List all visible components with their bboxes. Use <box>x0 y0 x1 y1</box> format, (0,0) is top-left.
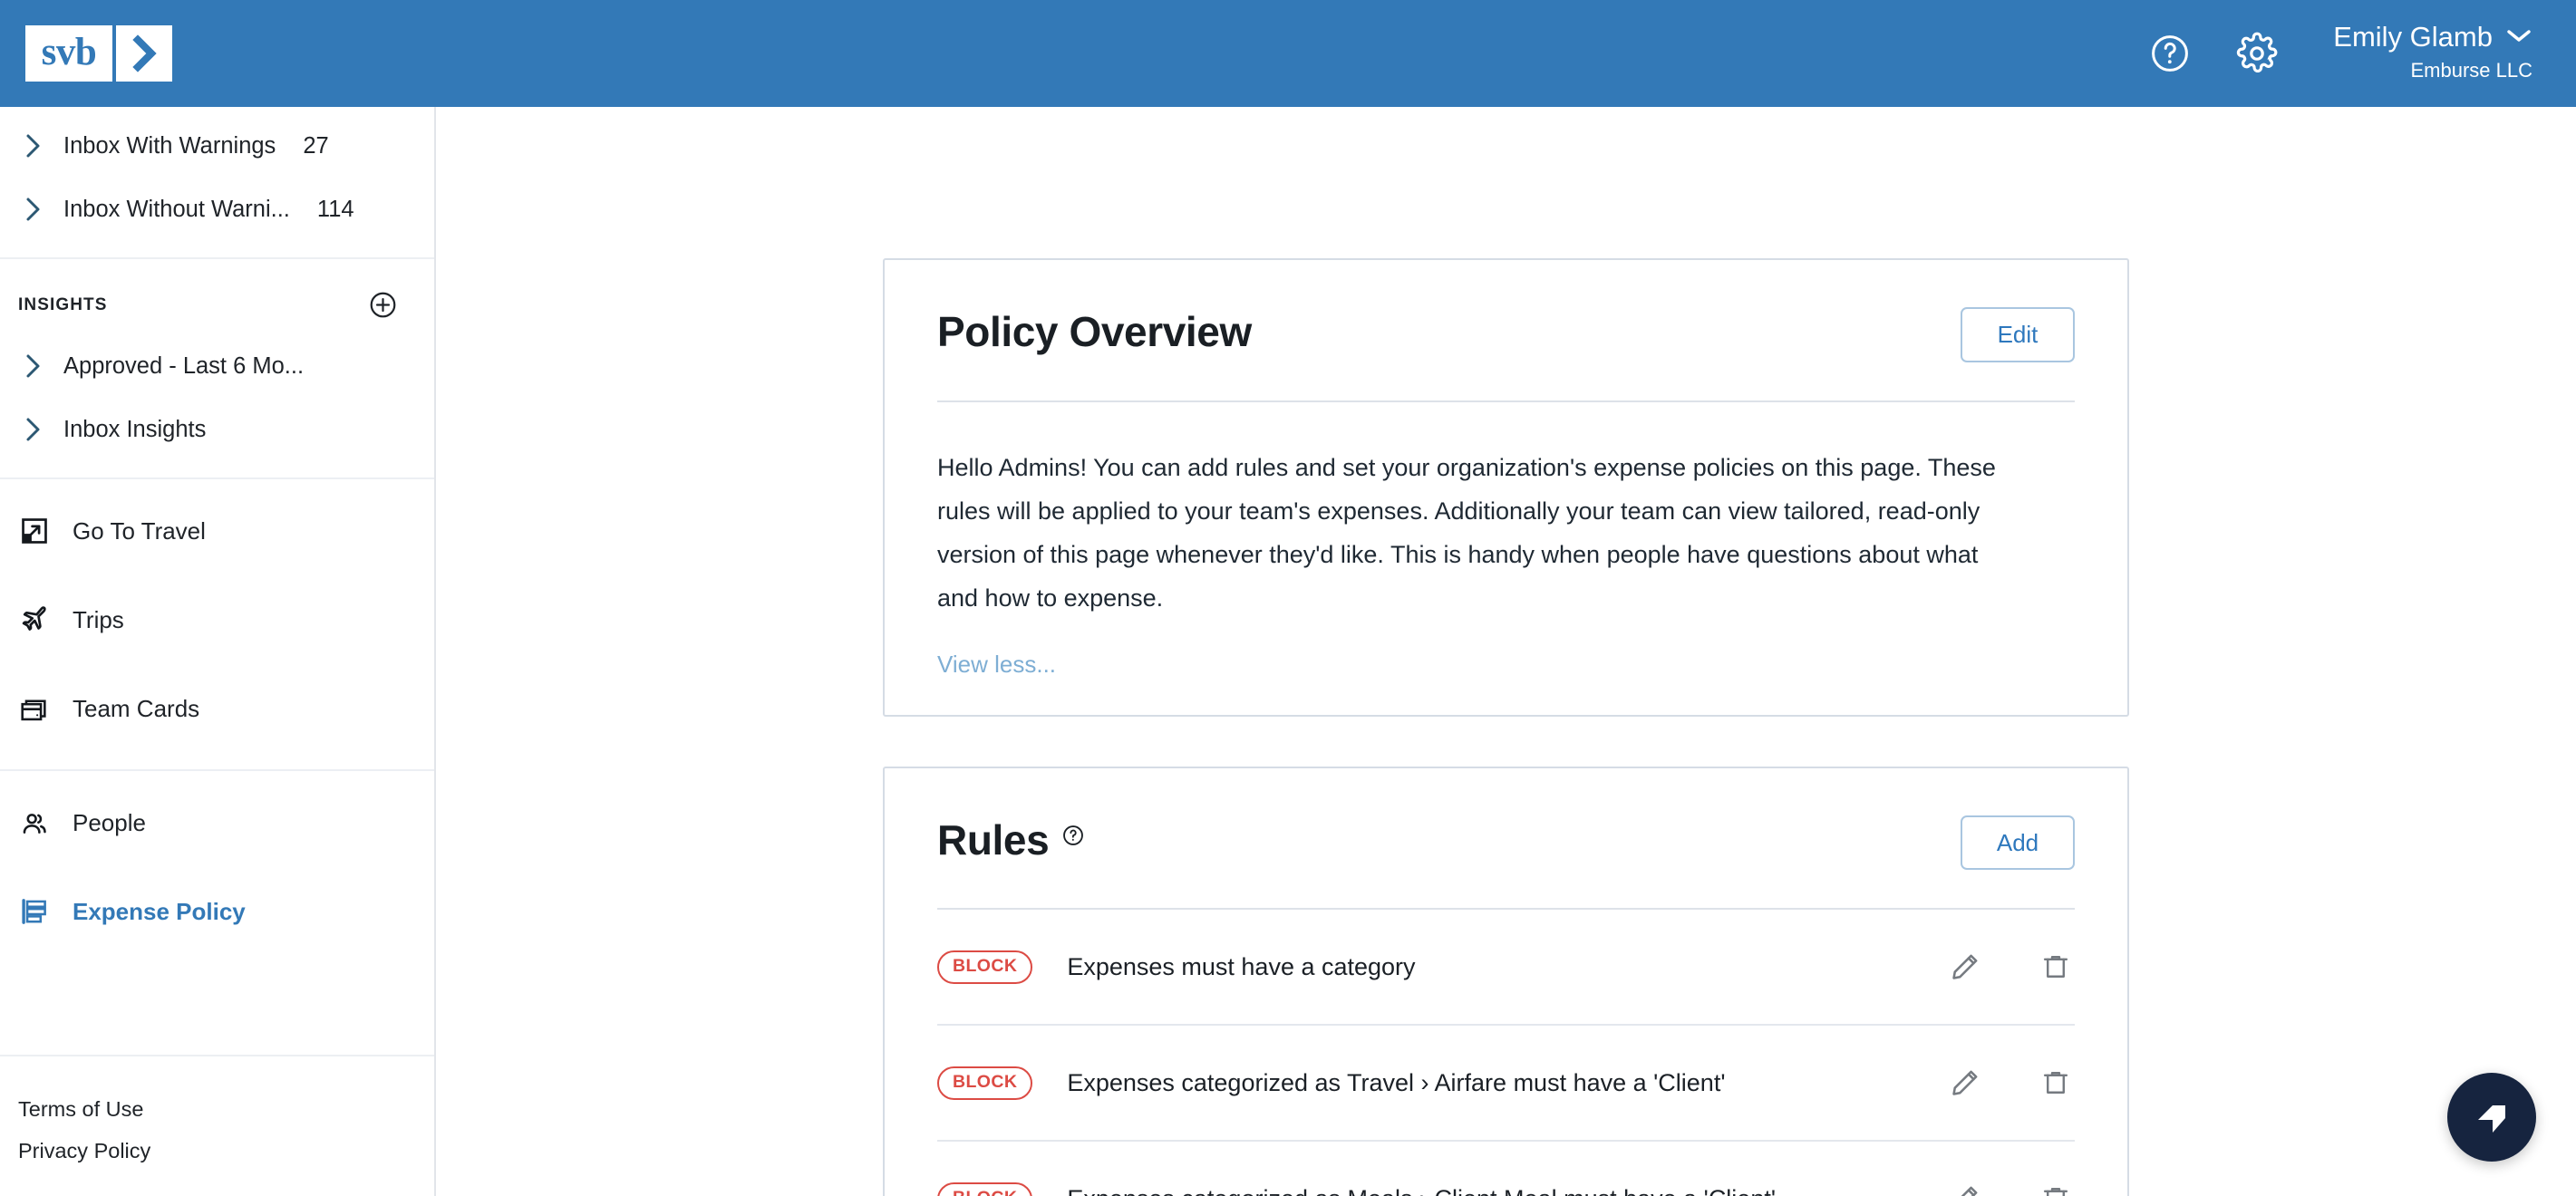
policy-overview-card: Policy Overview Edit Hello Admins! You c… <box>883 258 2129 717</box>
policy-overview-body: Hello Admins! You can add rules and set … <box>885 402 2127 715</box>
user-org: Emburse LLC <box>2410 55 2532 85</box>
content-column: Policy Overview Edit Hello Admins! You c… <box>883 107 2129 1196</box>
trash-icon[interactable] <box>2037 1180 2075 1196</box>
table-row[interactable]: BLOCK Expenses categorized as Meals › Cl… <box>937 1142 2075 1196</box>
rule-text: Expenses categorized as Meals › Client M… <box>1067 1185 1919 1196</box>
rule-text: Expenses must have a category <box>1067 953 1919 981</box>
page-title: Policy Overview <box>937 307 1252 356</box>
status-badge: BLOCK <box>937 1066 1032 1100</box>
rules-card: Rules Add <box>883 767 2129 1196</box>
sidebar-item-people[interactable]: People <box>0 778 434 867</box>
sidebar-item-trips[interactable]: Trips <box>0 575 434 664</box>
sidebar-item-label: Trips <box>73 606 124 634</box>
people-icon <box>16 807 53 838</box>
sidebar-item-count: 114 <box>317 197 354 223</box>
insights-section-header: INSIGHTS <box>0 266 434 334</box>
sidebar-item-approved-last-6-months[interactable]: Approved - Last 6 Mo... <box>0 334 434 398</box>
rules-title: Rules <box>937 815 1049 864</box>
main-content: Policy Overview Edit Hello Admins! You c… <box>436 107 2576 1196</box>
table-row[interactable]: BLOCK Expenses must have a category <box>937 910 2075 1026</box>
gear-icon[interactable] <box>2232 28 2282 79</box>
sidebar-item-label: Inbox With Warnings <box>63 133 276 159</box>
view-less-link[interactable]: View less... <box>937 651 1056 679</box>
rule-actions <box>1946 948 2075 986</box>
sidebar-footer: Terms of Use Privacy Policy <box>0 1055 434 1196</box>
sidebar-item-inbox-with-warnings[interactable]: Inbox With Warnings 27 <box>0 114 434 178</box>
sidebar-item-label: Team Cards <box>73 695 199 723</box>
add-rule-button[interactable]: Add <box>1961 815 2075 871</box>
chevron-down-icon <box>2505 27 2532 49</box>
top-header: svb <box>0 0 2576 107</box>
policy-overview-text: Hello Admins! You can add rules and set … <box>937 446 2007 620</box>
insights-section-title: INSIGHTS <box>18 295 108 315</box>
svb-logo[interactable]: svb <box>25 25 172 82</box>
chevron-right-icon <box>116 25 172 82</box>
status-badge: BLOCK <box>937 950 1032 984</box>
rule-actions <box>1946 1180 2075 1196</box>
external-link-icon <box>16 516 53 546</box>
sidebar-item-label: People <box>73 809 146 837</box>
policy-list-icon <box>16 896 53 927</box>
chat-send-icon[interactable] <box>2447 1073 2536 1162</box>
edit-button[interactable]: Edit <box>1961 307 2075 362</box>
body-row: Inbox With Warnings 27 Inbox Without War… <box>0 107 2576 1196</box>
user-name: Emily Glamb <box>2333 22 2493 53</box>
sidebar-inbox-group: Inbox With Warnings 27 Inbox Without War… <box>0 107 434 259</box>
chevron-right-icon <box>18 196 49 223</box>
sidebar-item-label: Inbox Without Warni... <box>63 197 290 223</box>
trash-icon[interactable] <box>2037 1064 2075 1102</box>
trash-icon[interactable] <box>2037 948 2075 986</box>
plus-circle-icon[interactable] <box>368 290 398 320</box>
help-circle-icon[interactable] <box>2145 28 2195 79</box>
header-actions: Emily Glamb Emburse LLC <box>2145 22 2532 84</box>
privacy-policy-link[interactable]: Privacy Policy <box>18 1131 434 1172</box>
sidebar-item-label: Go To Travel <box>73 517 206 545</box>
sidebar-item-inbox-without-warnings[interactable]: Inbox Without Warni... 114 <box>0 178 434 241</box>
cards-icon <box>16 693 53 724</box>
status-badge: BLOCK <box>937 1182 1032 1196</box>
table-row[interactable]: BLOCK Expenses categorized as Travel › A… <box>937 1026 2075 1142</box>
airplane-icon <box>16 604 53 635</box>
pencil-icon[interactable] <box>1946 1064 1984 1102</box>
sidebar-item-inbox-insights[interactable]: Inbox Insights <box>0 398 434 461</box>
rule-actions <box>1946 1064 2075 1102</box>
sidebar-item-count: 27 <box>303 133 328 159</box>
sidebar-item-label: Inbox Insights <box>63 417 206 443</box>
sidebar-item-team-cards[interactable]: Team Cards <box>0 664 434 753</box>
rules-list: BLOCK Expenses must have a category <box>885 910 2127 1196</box>
sidebar-item-expense-policy[interactable]: Expense Policy <box>0 867 434 956</box>
sidebar: Inbox With Warnings 27 Inbox Without War… <box>0 107 436 1196</box>
rules-header: Rules Add <box>885 768 2127 871</box>
rule-text: Expenses categorized as Travel › Airfare… <box>1067 1069 1919 1097</box>
sidebar-insights-group: INSIGHTS Approved - Last 6 Mo... <box>0 259 434 479</box>
sidebar-admin-group: People Expense Policy <box>0 771 434 972</box>
sidebar-item-label: Expense Policy <box>73 898 246 926</box>
user-name-row: Emily Glamb <box>2333 22 2532 53</box>
chevron-right-icon <box>18 352 49 380</box>
app-root: svb <box>0 0 2576 1196</box>
chevron-right-icon <box>18 416 49 443</box>
policy-overview-header: Policy Overview Edit <box>885 260 2127 362</box>
terms-of-use-link[interactable]: Terms of Use <box>18 1089 434 1131</box>
logo-wordmark: svb <box>25 25 112 82</box>
sidebar-item-go-to-travel[interactable]: Go To Travel <box>0 487 434 575</box>
pencil-icon[interactable] <box>1946 948 1984 986</box>
user-menu[interactable]: Emily Glamb Emburse LLC <box>2333 22 2532 84</box>
sidebar-item-label: Approved - Last 6 Mo... <box>63 353 304 380</box>
help-circle-icon[interactable] <box>1061 824 1085 847</box>
chevron-right-icon <box>18 132 49 159</box>
pencil-icon[interactable] <box>1946 1180 1984 1196</box>
rules-title-group: Rules <box>937 815 1085 864</box>
sidebar-travel-group: Go To Travel Trips <box>0 479 434 771</box>
